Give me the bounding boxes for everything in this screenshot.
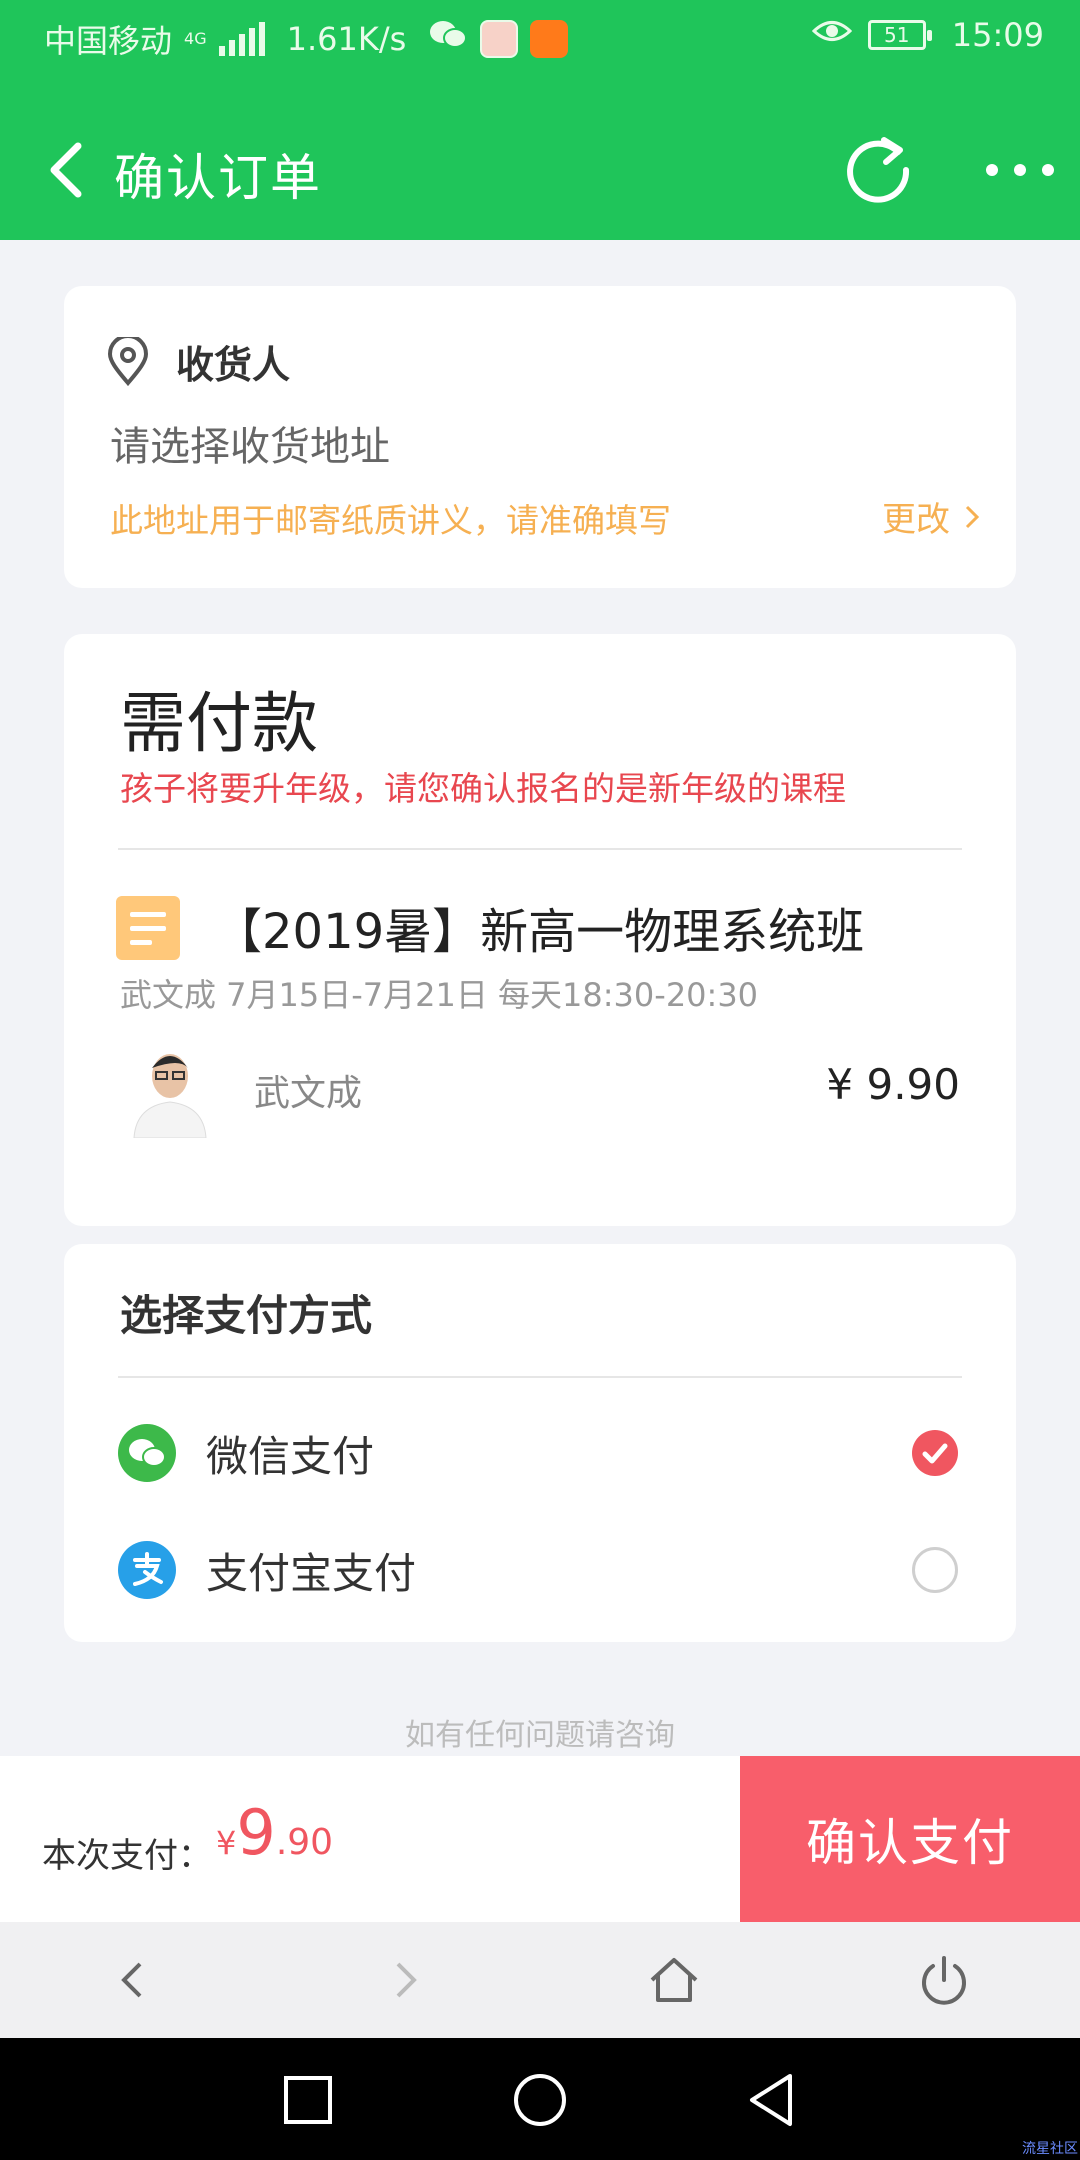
course-schedule: 武文成 7月15日-7月21日 每天18:30-20:30 xyxy=(120,976,759,1014)
eye-comfort-icon xyxy=(811,16,852,54)
course-price: ¥ 9.90 xyxy=(826,1060,960,1109)
app-notification-icon xyxy=(480,20,519,58)
chevron-left-icon xyxy=(121,1962,142,1998)
amount-decimal: .90 xyxy=(275,1822,334,1863)
status-bar: 中国移动 4G 1.61K/s 51 15:09 xyxy=(0,0,1080,72)
clock: 15:09 xyxy=(951,16,1044,54)
chevron-right-icon xyxy=(396,1962,417,1998)
back-nav-button[interactable] xyxy=(740,2068,804,2132)
power-icon xyxy=(922,1956,966,2005)
wechat-pay-option[interactable]: 微信支付 xyxy=(118,1418,958,1488)
currency-symbol: ¥ xyxy=(216,1824,237,1862)
battery-icon: 51 xyxy=(867,20,932,50)
refresh-icon xyxy=(847,137,910,203)
alipay-icon xyxy=(118,1541,176,1599)
system-nav-bar: 流星社区 xyxy=(0,2038,1080,2160)
chevron-left-icon xyxy=(50,142,82,198)
alipay-option[interactable]: 支付宝支付 xyxy=(118,1535,958,1605)
home-nav-button[interactable] xyxy=(508,2068,572,2132)
more-dots-icon xyxy=(986,164,1054,176)
address-select-prompt[interactable]: 请选择收货地址 xyxy=(110,414,390,472)
top-bar: 中国移动 4G 1.61K/s 51 15:09 确认订单 xyxy=(0,0,1080,240)
taobao-notification-icon xyxy=(530,20,569,58)
amount-integer: 9 xyxy=(236,1796,276,1869)
divider xyxy=(118,1376,962,1378)
square-icon xyxy=(284,2076,332,2124)
network-speed: 1.61K/s xyxy=(286,20,407,58)
chevron-right-icon xyxy=(965,505,980,528)
payment-title: 需付款 xyxy=(120,685,318,762)
address-card[interactable]: 收货人 请选择收货地址 此地址用于邮寄纸质讲义，请准确填写 更改 xyxy=(64,286,1016,588)
address-note: 此地址用于邮寄纸质讲义，请准确填写 xyxy=(110,501,671,540)
back-button[interactable] xyxy=(44,130,104,210)
network-type: 4G xyxy=(184,29,207,48)
payment-method-card: 选择支付方式 微信支付 支付宝支付 xyxy=(64,1244,1016,1642)
page-title: 确认订单 xyxy=(114,149,322,207)
battery-level: 51 xyxy=(884,23,910,47)
recipient-header: 收货人 xyxy=(106,334,290,389)
pay-total-label: 本次支付： xyxy=(42,1836,212,1876)
wechat-pay-icon xyxy=(118,1424,176,1482)
browser-exit-button[interactable] xyxy=(914,1950,974,2010)
change-address-link[interactable]: 更改 xyxy=(882,492,980,541)
radio-unchecked[interactable] xyxy=(912,1547,958,1593)
wechat-notification-icon xyxy=(428,18,468,60)
signal-icon xyxy=(218,22,267,56)
alipay-label: 支付宝支付 xyxy=(206,1548,417,1598)
course-name: 【2019暑】新高一物理系统班 xyxy=(214,904,865,960)
pay-bar: 本次支付： ¥9.90 确认支付 xyxy=(0,1756,1080,1922)
triangle-back-icon xyxy=(750,2074,792,2126)
check-icon xyxy=(922,1443,948,1464)
help-text[interactable]: 如有任何问题请咨询 xyxy=(0,1710,1080,1754)
more-button[interactable] xyxy=(984,160,1056,180)
course-doc-icon xyxy=(116,896,180,960)
payment-card: 需付款 孩子将要升年级，请您确认报名的是新年级的课程 【2019暑】新高一物理系… xyxy=(64,634,1016,1226)
browser-forward-button[interactable] xyxy=(374,1950,434,2010)
pay-total-amount: ¥9.90 xyxy=(216,1796,333,1869)
recipient-title: 收货人 xyxy=(176,343,291,387)
location-pin-icon xyxy=(107,336,149,386)
browser-home-button[interactable] xyxy=(644,1950,704,2010)
radio-checked[interactable] xyxy=(912,1430,958,1476)
grade-warning: 孩子将要升年级，请您确认报名的是新年级的课程 xyxy=(120,769,846,808)
circle-icon xyxy=(514,2074,566,2126)
recents-button[interactable] xyxy=(276,2068,340,2132)
teacher-avatar xyxy=(120,1032,220,1138)
browser-back-button[interactable] xyxy=(104,1950,164,2010)
wechat-pay-label: 微信支付 xyxy=(206,1431,375,1481)
change-address-label: 更改 xyxy=(882,500,950,540)
home-icon xyxy=(650,1958,698,2002)
teacher-name: 武文成 xyxy=(254,1073,363,1114)
divider xyxy=(118,848,962,850)
carrier-label: 中国移动 xyxy=(44,22,173,60)
refresh-button[interactable] xyxy=(840,130,916,206)
browser-toolbar xyxy=(0,1922,1080,2038)
app-header: 确认订单 xyxy=(0,100,1080,240)
watermark: 流星社区 xyxy=(1022,2141,1078,2157)
payment-method-title: 选择支付方式 xyxy=(120,1291,373,1340)
confirm-pay-button[interactable]: 确认支付 xyxy=(740,1756,1080,1922)
